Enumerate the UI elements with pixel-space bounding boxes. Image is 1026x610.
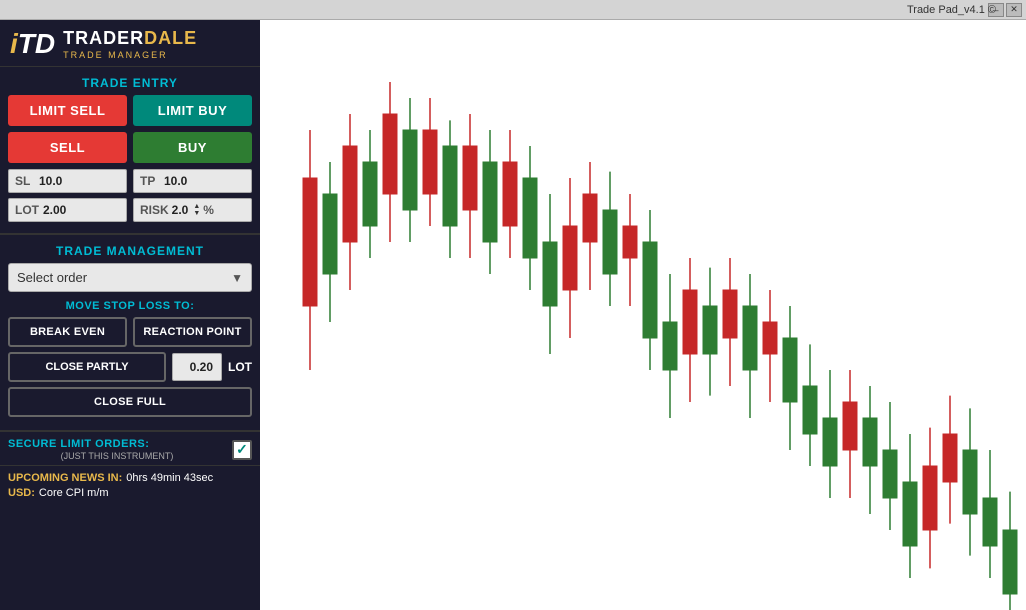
close-button[interactable]: ✕ [1006,3,1022,17]
usd-value: Core CPI m/m [39,487,109,499]
buy-button[interactable]: BUY [133,132,252,163]
limit-buy-button[interactable]: LIMIT BUY [133,95,252,126]
pct-label: % [203,203,214,217]
break-even-reaction-row: BREAK EVEN REACTION POINT [8,317,252,347]
title-bar: Trade Pad_v4.1 © – ✕ [0,0,1026,20]
secure-row: SECURE LIMIT ORDERS: (JUST THIS INSTRUME… [8,438,252,461]
secure-section: SECURE LIMIT ORDERS: (JUST THIS INSTRUME… [0,432,260,466]
break-even-button[interactable]: BREAK EVEN [8,317,127,347]
logo-subtitle: TRADE MANAGER [63,50,197,60]
sl-label: SL [15,174,35,188]
lot-field[interactable]: LOT 2.00 [8,198,127,222]
news-row: UPCOMING NEWS IN: 0hrs 49min 43sec [8,472,252,484]
news-section: UPCOMING NEWS IN: 0hrs 49min 43sec USD: … [0,466,260,610]
sell-buy-buttons-row: SELL BUY [8,132,252,163]
logo-dale: DALE [144,28,197,49]
sell-button[interactable]: SELL [8,132,127,163]
risk-value: 2.0 [172,203,189,217]
lot-amount-input[interactable]: 0.20 [172,353,222,381]
secure-checkbox[interactable]: ✓ [232,440,252,460]
select-dropdown-icon: ▼ [231,271,243,285]
logo-trader: TRADER [63,28,144,49]
reaction-point-button[interactable]: REACTION POINT [133,317,252,347]
trade-management-section: TRADE MANAGEMENT Select order ▼ MOVE STO… [0,235,260,432]
limit-buttons-row: LIMIT SELL LIMIT BUY [8,95,252,126]
spinner-down-icon[interactable]: ▼ [193,210,200,217]
trade-entry-header: TRADE ENTRY [8,71,252,95]
tp-field[interactable]: TP 10.0 [133,169,252,193]
risk-spinner[interactable]: ▲ ▼ [193,203,200,217]
tp-value: 10.0 [164,174,187,188]
order-select[interactable]: Select order ▼ [8,263,252,292]
order-select-text: Select order [17,270,87,285]
left-panel: iTD TRADER DALE TRADE MANAGER TRADE ENTR… [0,20,260,610]
sl-tp-row: SL 10.0 TP 10.0 [8,169,252,193]
candlestick-chart [260,20,1026,610]
secure-sublabel: (JUST THIS INSTRUMENT) [8,451,226,461]
close-full-row: CLOSE FULL [8,387,252,417]
risk-field[interactable]: RISK 2.0 ▲ ▼ % [133,198,252,222]
sl-value: 10.0 [39,174,62,188]
close-full-button[interactable]: CLOSE FULL [8,387,252,417]
lot-amount-label: LOT [228,360,252,374]
tp-label: TP [140,174,160,188]
logo-text-group: TRADER DALE TRADE MANAGER [63,28,197,60]
app-title: Trade Pad_v4.1 © [907,4,996,16]
lot-value: 2.00 [43,203,66,217]
lot-label: LOT [15,203,39,217]
news-label: UPCOMING NEWS IN: [8,472,122,484]
spinner-up-icon[interactable]: ▲ [193,203,200,210]
trade-entry-section: TRADE ENTRY LIMIT SELL LIMIT BUY SELL BU… [0,67,260,235]
logo-area: iTD TRADER DALE TRADE MANAGER [0,20,260,67]
trade-management-header: TRADE MANAGEMENT [8,239,252,263]
chart-area [260,20,1026,610]
secure-label: SECURE LIMIT ORDERS: [8,438,226,450]
checkbox-check-icon: ✓ [236,441,248,458]
usd-label: USD: [8,487,35,499]
risk-label: RISK [140,203,169,217]
close-partly-row: CLOSE PARTLY 0.20 LOT [8,352,252,382]
sl-field[interactable]: SL 10.0 [8,169,127,193]
logo-icon: iTD [10,30,55,58]
usd-row: USD: Core CPI m/m [8,487,252,499]
lot-risk-row: LOT 2.00 RISK 2.0 ▲ ▼ % [8,198,252,222]
move-stop-label: MOVE STOP LOSS TO: [8,300,252,312]
news-time: 0hrs 49min 43sec [126,472,213,484]
limit-sell-button[interactable]: LIMIT SELL [8,95,127,126]
close-partly-button[interactable]: CLOSE PARTLY [8,352,166,382]
